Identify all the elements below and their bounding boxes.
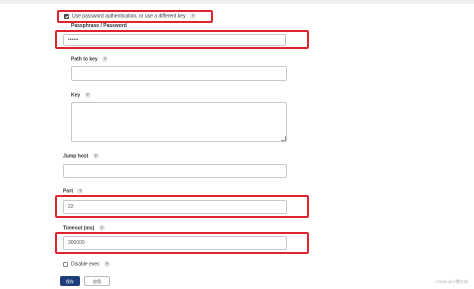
key-textarea[interactable] [71, 102, 287, 142]
timeout-row: Timeout (ms) ? [63, 225, 105, 231]
jump-host-row: Jump host ? [63, 153, 99, 159]
top-bar [0, 0, 474, 4]
path-to-key-help-icon[interactable]: ? [102, 56, 109, 62]
passphrase-field[interactable]: •••••• [63, 34, 286, 46]
save-button[interactable]: 保存 [60, 276, 80, 286]
key-resize-handle[interactable] [281, 136, 286, 141]
watermark: CSDN @小鹏方向 [435, 279, 468, 284]
disable-exec-help-icon[interactable]: ? [104, 261, 111, 267]
timeout-help-icon[interactable]: ? [98, 225, 105, 231]
key-help-icon[interactable]: ? [84, 92, 91, 98]
auth-option-help-icon[interactable]: ? [189, 13, 196, 19]
port-row: Port ? [63, 188, 84, 195]
port-help-icon[interactable]: ? [77, 188, 84, 194]
disable-exec-row: Disable exec ? [71, 261, 111, 268]
path-to-key-row: Path to key ? [71, 56, 109, 63]
passphrase-label: Passphrase / Password [71, 23, 127, 29]
jump-host-field[interactable] [63, 164, 287, 178]
auth-option-row: Use password authentication, or use a di… [72, 13, 196, 19]
jump-host-help-icon[interactable]: ? [92, 153, 99, 159]
path-to-key-field[interactable] [71, 66, 287, 81]
auth-option-checkbox[interactable] [64, 14, 69, 19]
auth-option-label: Use password authentication, or use a di… [72, 13, 186, 20]
key-label: Key [71, 92, 81, 99]
port-field[interactable]: 22 [63, 200, 287, 214]
port-label: Port [63, 188, 73, 195]
apply-button[interactable]: 应用 [84, 276, 110, 286]
key-row: Key ? [71, 92, 91, 98]
jump-host-label: Jump host [63, 153, 89, 160]
path-to-key-label: Path to key [71, 56, 98, 63]
disable-exec-checkbox[interactable] [63, 262, 68, 267]
timeout-label: Timeout (ms) [63, 225, 95, 232]
disable-exec-label: Disable exec [71, 261, 100, 268]
timeout-field[interactable]: 300000 [63, 236, 287, 250]
